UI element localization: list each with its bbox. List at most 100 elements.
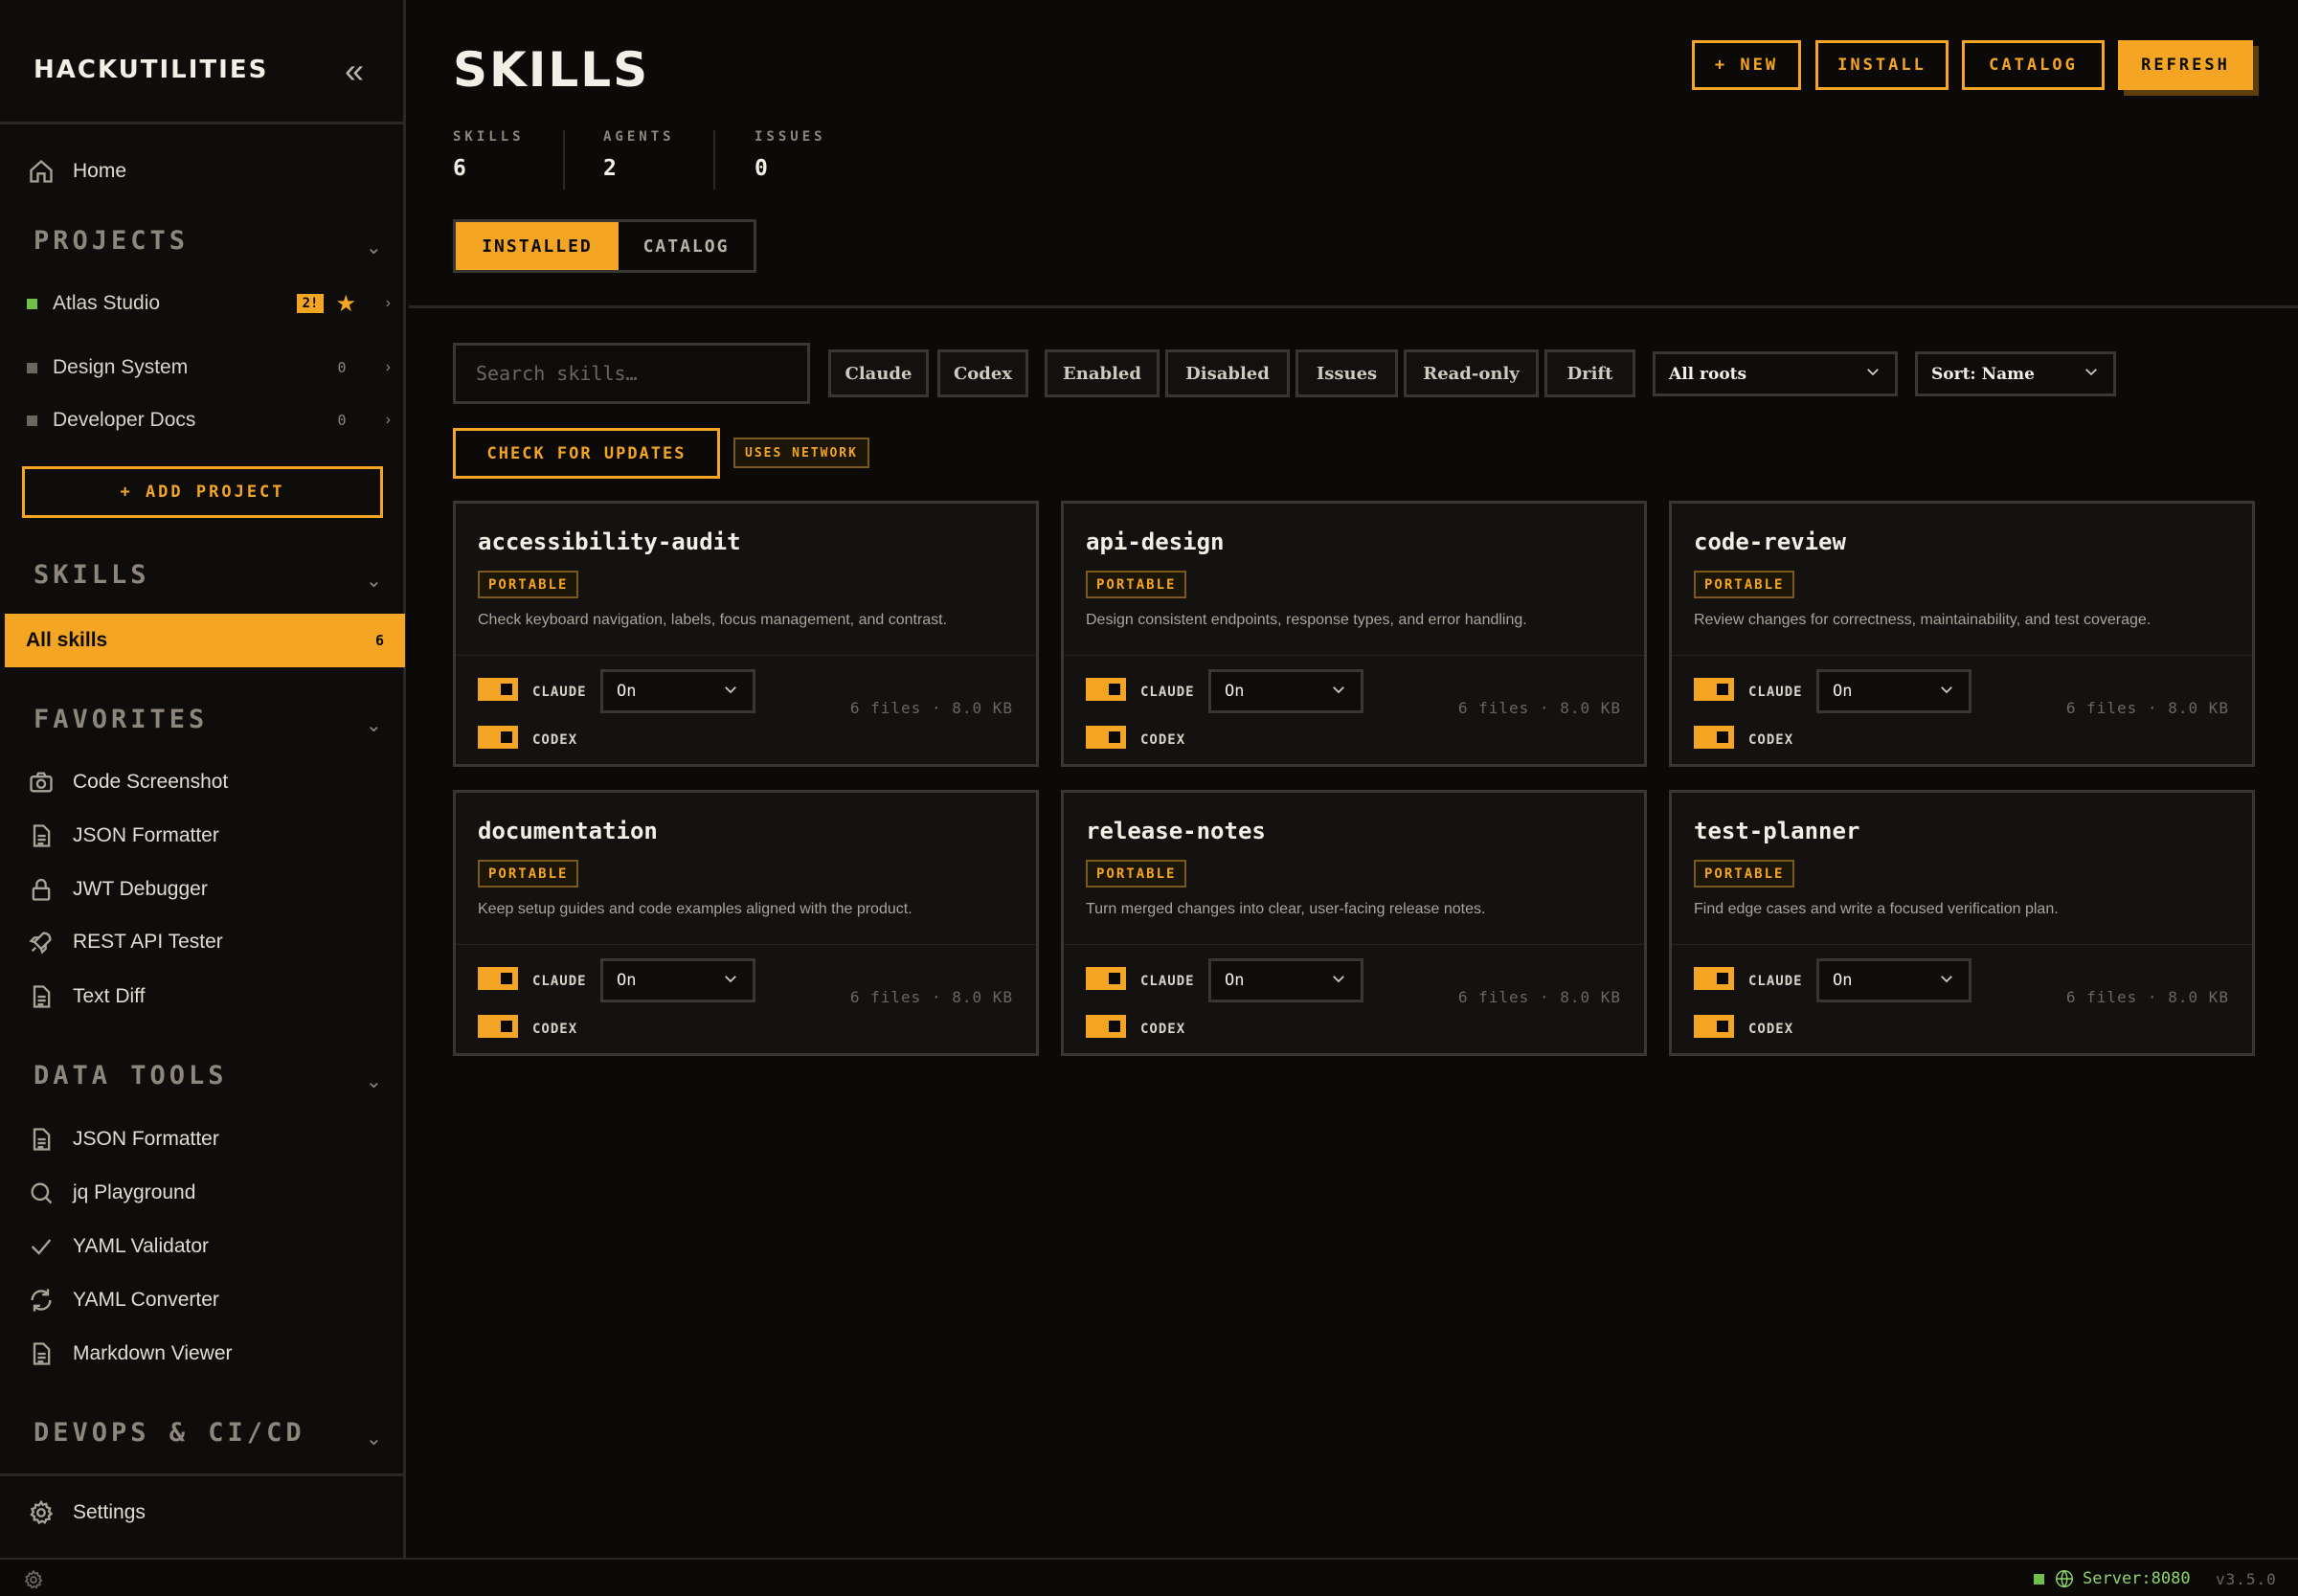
sidebar-item-text-diff[interactable]: Text Diff <box>27 978 145 1016</box>
filter-chip-claude[interactable]: Claude <box>828 349 929 397</box>
chevron-down-icon[interactable]: ⌄ <box>366 713 382 737</box>
codex-toggle[interactable] <box>1086 1015 1126 1038</box>
refresh-button[interactable]: REFRESH <box>2118 40 2253 90</box>
section-title-skills[interactable]: SKILLS <box>34 560 150 590</box>
add-project-button[interactable]: + ADD PROJECT <box>22 466 383 518</box>
claude-toggle[interactable] <box>478 967 518 990</box>
server-status[interactable]: Server:8080 <box>2034 1568 2191 1589</box>
codex-toggle[interactable] <box>478 726 518 749</box>
chevron-right-icon[interactable]: › <box>377 412 391 429</box>
chevron-right-icon[interactable]: › <box>377 295 391 312</box>
roots-select[interactable]: All roots <box>1653 351 1898 396</box>
agent-label-codex: CODEX <box>1748 1022 1794 1037</box>
section-title-devops[interactable]: DEVOPS & CI/CD <box>34 1418 305 1448</box>
sidebar-project-atlas-studio[interactable]: Atlas Studio 2! ★ › <box>27 287 391 320</box>
skill-name[interactable]: test-planner <box>1694 818 1859 844</box>
gear-icon[interactable] <box>23 1569 44 1595</box>
filter-chip-codex[interactable]: Codex <box>937 349 1028 397</box>
filter-chip-enabled[interactable]: Enabled <box>1045 349 1160 397</box>
sidebar-project-developer-docs[interactable]: Developer Docs 0 › <box>27 404 391 437</box>
section-title-favorites[interactable]: FAVORITES <box>34 705 208 734</box>
skill-name[interactable]: code-review <box>1694 528 1846 555</box>
chevron-down-icon[interactable]: ⌄ <box>366 236 382 259</box>
skill-card[interactable]: accessibility-audit PORTABLE Check keybo… <box>453 501 1039 767</box>
claude-toggle[interactable] <box>1694 967 1734 990</box>
star-icon[interactable]: ★ <box>335 290 356 318</box>
skill-name[interactable]: api-design <box>1086 528 1225 555</box>
claude-toggle[interactable] <box>1086 967 1126 990</box>
sidebar-item-jwt-debugger[interactable]: JWT Debugger <box>27 870 208 909</box>
collapse-sidebar-icon[interactable]: « <box>345 54 364 88</box>
sidebar-item-home[interactable]: Home <box>27 152 126 191</box>
globe-icon <box>2056 1570 2073 1588</box>
check-for-updates-button[interactable]: CHECK FOR UPDATES <box>453 428 720 479</box>
codex-toggle[interactable] <box>1694 726 1734 749</box>
section-title-projects[interactable]: PROJECTS <box>34 226 189 256</box>
claude-mode-select[interactable]: On <box>1816 669 1971 713</box>
skill-card[interactable]: api-design PORTABLE Design consistent en… <box>1061 501 1647 767</box>
claude-mode-select[interactable]: On <box>600 669 755 713</box>
filter-chip-issues[interactable]: Issues <box>1295 349 1398 397</box>
sidebar-item-rest-api-tester[interactable]: REST API Tester <box>27 923 223 961</box>
claude-toggle[interactable] <box>1086 678 1126 701</box>
claude-mode-select[interactable]: On <box>1816 958 1971 1002</box>
install-button[interactable]: INSTALL <box>1815 40 1949 90</box>
sidebar-item-json-formatter[interactable]: JSON Formatter <box>27 1120 219 1158</box>
sidebar-item-code-screenshot[interactable]: Code Screenshot <box>27 763 228 801</box>
search-input[interactable]: Search skills… <box>453 343 810 404</box>
claude-mode-select[interactable]: On <box>600 958 755 1002</box>
sidebar-project-design-system[interactable]: Design System 0 › <box>27 351 391 384</box>
filter-chip-disabled[interactable]: Disabled <box>1165 349 1290 397</box>
skill-card[interactable]: test-planner PORTABLE Find edge cases an… <box>1669 790 2255 1056</box>
skill-name[interactable]: release-notes <box>1086 818 1266 844</box>
sidebar-item-json-formatter[interactable]: JSON Formatter <box>27 817 219 855</box>
filter-chip-read-only[interactable]: Read-only <box>1404 349 1539 397</box>
select-value: On <box>1225 971 1245 990</box>
skill-name[interactable]: documentation <box>478 818 658 844</box>
brand-logo[interactable]: HACKUTILITIES <box>34 56 268 84</box>
skill-file-meta: 6 files · 8.0 KB <box>849 988 1013 1006</box>
sort-select[interactable]: Sort: Name <box>1915 351 2116 396</box>
stat-label: SKILLS <box>453 129 525 145</box>
codex-toggle[interactable] <box>1694 1015 1734 1038</box>
sidebar-item-all-skills[interactable]: All skills 6 <box>5 614 405 667</box>
codex-toggle[interactable] <box>1086 726 1126 749</box>
section-title-data-tools[interactable]: DATA TOOLS <box>34 1061 228 1090</box>
page-title: SKILLS <box>453 42 650 98</box>
skill-description: Keep setup guides and code examples alig… <box>478 901 912 917</box>
tab-catalog[interactable]: CATALOG <box>619 222 754 270</box>
claude-mode-select[interactable]: On <box>1208 669 1363 713</box>
codex-toggle[interactable] <box>478 1015 518 1038</box>
skill-card[interactable]: code-review PORTABLE Review changes for … <box>1669 501 2255 767</box>
sidebar-item-markdown-viewer[interactable]: Markdown Viewer <box>27 1335 233 1373</box>
select-value: On <box>1833 971 1853 990</box>
skill-name[interactable]: accessibility-audit <box>478 528 741 555</box>
search-icon <box>27 1179 56 1207</box>
agent-label-claude: CLAUDE <box>1748 685 1803 700</box>
sidebar-item-settings[interactable]: Settings <box>27 1494 146 1532</box>
lock-icon <box>27 875 56 904</box>
sidebar-item-jq-playground[interactable]: jq Playground <box>27 1174 195 1212</box>
version-label: v3.5.0 <box>2216 1570 2277 1588</box>
sidebar-item-yaml-validator[interactable]: YAML Validator <box>27 1227 209 1266</box>
claude-toggle[interactable] <box>1694 678 1734 701</box>
tab-installed[interactable]: INSTALLED <box>456 222 619 270</box>
chevron-right-icon[interactable]: › <box>377 359 391 376</box>
sidebar-item-yaml-converter[interactable]: YAML Converter <box>27 1281 219 1319</box>
new-skill-button[interactable]: + NEW <box>1692 40 1801 90</box>
sidebar-item-label: All skills <box>26 629 108 651</box>
claude-mode-select[interactable]: On <box>1208 958 1363 1002</box>
sidebar-item-label: YAML Converter <box>73 1289 219 1311</box>
skill-description: Review changes for correctness, maintain… <box>1694 612 2152 628</box>
chevron-down-icon[interactable]: ⌄ <box>366 1069 382 1093</box>
claude-toggle[interactable] <box>478 678 518 701</box>
portable-badge: PORTABLE <box>478 571 579 598</box>
chevron-down-icon[interactable]: ⌄ <box>366 1427 382 1450</box>
gear-icon <box>27 1498 56 1527</box>
catalog-button[interactable]: CATALOG <box>1962 40 2105 90</box>
filter-chip-drift[interactable]: Drift <box>1544 349 1635 397</box>
skill-card[interactable]: release-notes PORTABLE Turn merged chang… <box>1061 790 1647 1056</box>
skill-card[interactable]: documentation PORTABLE Keep setup guides… <box>453 790 1039 1056</box>
skills-count: 6 <box>374 632 384 649</box>
chevron-down-icon[interactable]: ⌄ <box>366 569 382 593</box>
